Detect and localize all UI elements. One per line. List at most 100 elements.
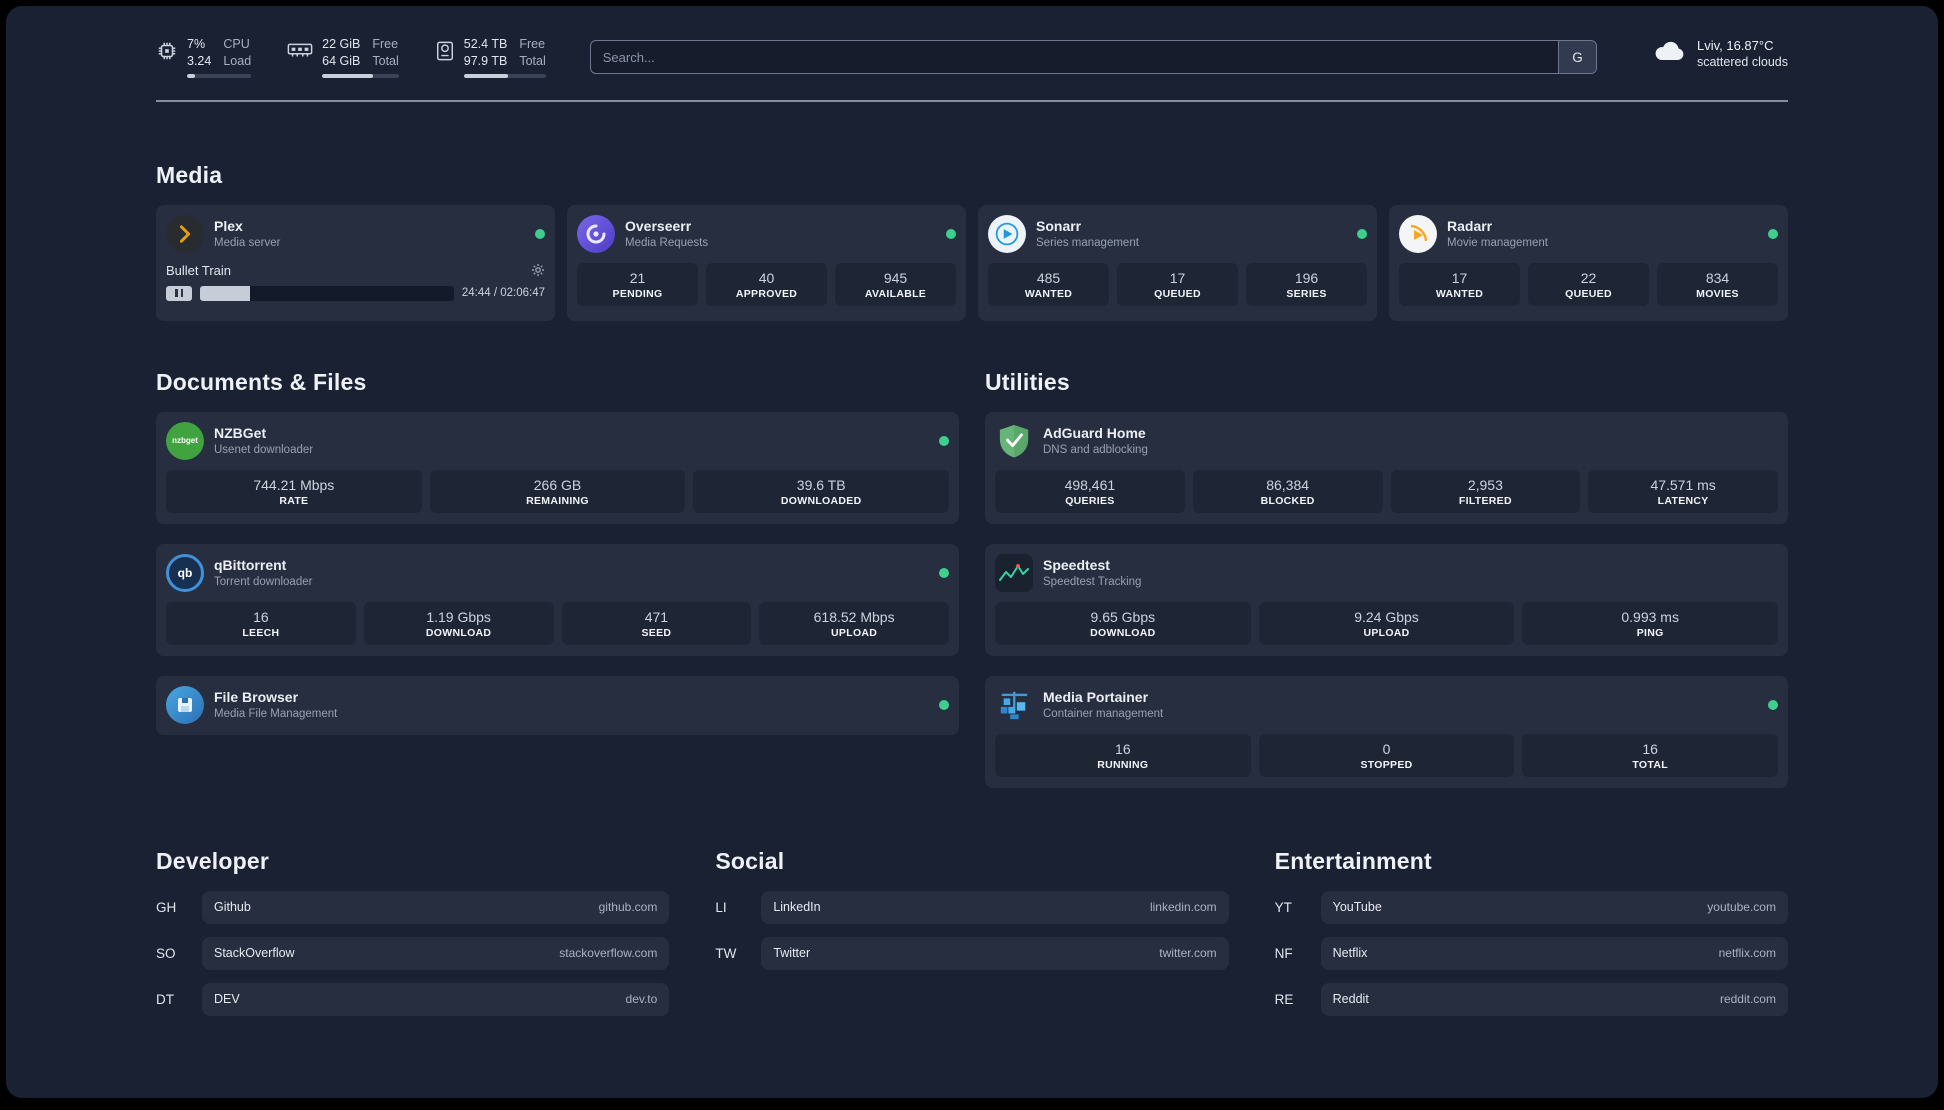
bookmark-link-youtube[interactable]: YouTube youtube.com [1320, 890, 1788, 924]
bookmark-link-linkedin[interactable]: LinkedIn linkedin.com [761, 890, 1229, 924]
service-link-speedtest[interactable]: Speedtest Speedtest Tracking [995, 553, 1778, 592]
disk-progress-bar [463, 73, 546, 78]
playback-progress-bar[interactable] [200, 285, 454, 301]
service-link-nzbget[interactable]: nzbget NZBGet Usenet downloader [166, 421, 949, 460]
cpu-widget: 7% CPU 3.24 Load [156, 36, 252, 78]
stat-label: UPLOAD [1363, 626, 1410, 639]
memory-free-label: Free [372, 37, 399, 51]
bookmark-url: github.com [598, 900, 658, 914]
service-link-sonarr[interactable]: Sonarr Series management [988, 214, 1367, 253]
section-title-documents: Documents & Files [156, 368, 367, 395]
stat-label: MOVIES [1696, 287, 1739, 300]
service-card-speedtest: Speedtest Speedtest Tracking 9.65 Gbps D… [985, 543, 1788, 656]
service-subtitle: Speedtest Tracking [1043, 575, 1142, 588]
speedtest-icon [995, 553, 1033, 592]
stat-label: WANTED [1435, 287, 1484, 300]
sonarr-icon [988, 214, 1026, 253]
now-playing-title: Bullet Train [166, 262, 232, 278]
bookmark-link-reddit[interactable]: Reddit reddit.com [1320, 982, 1788, 1016]
bookmark-link-dev[interactable]: DEV dev.to [202, 982, 670, 1016]
qbittorrent-icon: qb [166, 553, 204, 592]
stat-box: 0.993 ms PING [1522, 601, 1779, 645]
stat-box: 16 RUNNING [995, 733, 1251, 777]
qbittorrent-icon-text: qb [177, 565, 193, 580]
disk-free-value: 52.4 TB [463, 37, 508, 51]
bookmark-link-github[interactable]: Github github.com [202, 890, 670, 924]
bookmark-name: YouTube [1332, 900, 1382, 914]
stat-value: 16 [253, 608, 269, 625]
search-provider-button[interactable]: G [1557, 41, 1596, 73]
bookmark-row: NF Netflix netflix.com [1275, 936, 1788, 970]
stat-box: 40 APPROVED [706, 262, 827, 306]
weather-condition: scattered clouds [1696, 55, 1788, 69]
stat-box: 0 STOPPED [1258, 733, 1515, 777]
disk-widget: 52.4 TB Free 97.9 TB Total [435, 36, 546, 78]
bookmark-name: DEV [214, 992, 240, 1006]
bookmark-row: LI LinkedIn linkedin.com [715, 890, 1229, 924]
service-link-plex[interactable]: Plex Media server [166, 214, 545, 253]
service-card-radarr: Radarr Movie management 17 WANTED 22 QUE… [1389, 204, 1788, 321]
status-indicator [1357, 228, 1367, 239]
status-indicator [939, 435, 949, 446]
service-name: File Browser [214, 689, 299, 706]
service-subtitle: Media File Management [214, 707, 338, 720]
service-link-radarr[interactable]: Radarr Movie management [1399, 214, 1778, 253]
bookmark-url: dev.to [625, 992, 658, 1006]
service-link-qbittorrent[interactable]: qb qBittorrent Torrent downloader [166, 553, 949, 592]
gear-icon[interactable] [531, 263, 545, 277]
service-link-adguard[interactable]: AdGuard Home DNS and adblocking [995, 422, 1778, 460]
stat-label: LATENCY [1657, 494, 1709, 507]
stat-box: 21 PENDING [577, 262, 698, 306]
service-link-overseerr[interactable]: Overseerr Media Requests [577, 214, 956, 253]
service-link-filebrowser[interactable]: File Browser Media File Management [166, 685, 949, 724]
stat-label: QUEUED [1565, 287, 1612, 300]
bookmark-link-twitter[interactable]: Twitter twitter.com [761, 936, 1229, 970]
disk-icon [435, 40, 455, 78]
stat-label: SERIES [1286, 287, 1327, 300]
search-input[interactable] [590, 41, 1558, 73]
bookmark-abbr: TW [715, 945, 737, 961]
stat-value: 2,953 [1467, 476, 1503, 493]
bookmark-link-netflix[interactable]: Netflix netflix.com [1320, 936, 1788, 970]
stat-value: 17 [1169, 269, 1186, 286]
utilities-column: AdGuard Home DNS and adblocking 498,461 … [985, 411, 1788, 788]
stat-value: 1.19 Gbps [426, 608, 491, 625]
bookmark-url: reddit.com [1719, 992, 1776, 1006]
dashboard: 7% CPU 3.24 Load 22 GiB Free 64 GiB Tota… [6, 6, 1938, 1098]
bookmark-link-stackoverflow[interactable]: StackOverflow stackoverflow.com [202, 936, 670, 970]
stat-box: 744.21 Mbps RATE [166, 469, 422, 513]
bookmark-row: YT YouTube youtube.com [1275, 890, 1788, 924]
stat-value: 86,384 [1266, 476, 1310, 493]
portainer-icon [995, 686, 1033, 724]
bookmark-group-social: Social LI LinkedIn linkedin.com TW Twitt… [715, 848, 1229, 1016]
stat-box: 16 TOTAL [1522, 733, 1779, 777]
cpu-label: CPU [223, 37, 250, 51]
weather-location: Lviv, 16.87°C [1696, 38, 1774, 53]
plex-icon [166, 214, 204, 253]
stat-box: 1.19 Gbps DOWNLOAD [363, 601, 554, 645]
stat-value: 16 [1642, 740, 1658, 757]
stat-value: 834 [1705, 269, 1730, 286]
section-title-utilities: Utilities [985, 368, 1070, 395]
stat-label: LEECH [242, 626, 280, 639]
stat-box: 471 SEED [561, 601, 752, 645]
service-link-portainer[interactable]: Media Portainer Container management [995, 686, 1778, 724]
stat-box: 945 AVAILABLE [835, 262, 956, 306]
cpu-load-value: 3.24 [187, 54, 212, 69]
bookmark-url: linkedin.com [1149, 900, 1217, 914]
top-bar: 7% CPU 3.24 Load 22 GiB Free 64 GiB Tota… [6, 6, 1938, 78]
service-subtitle: Container management [1043, 707, 1164, 720]
pause-button[interactable] [166, 285, 192, 301]
stat-value: 266 GB [533, 476, 582, 493]
service-subtitle: Series management [1036, 236, 1139, 249]
stat-label: RUNNING [1097, 758, 1149, 771]
service-card-sonarr: Sonarr Series management 485 WANTED 17 Q… [978, 204, 1377, 321]
nzbget-icon-text: nzbget [172, 436, 198, 445]
service-name: AdGuard Home [1043, 425, 1146, 442]
media-card-row: Plex Media server Bullet Train 24:44 / 0… [156, 204, 1788, 321]
stat-label: DOWNLOADED [780, 494, 862, 507]
stat-label: WANTED [1024, 287, 1073, 300]
service-name: Overseerr [625, 218, 692, 235]
bookmark-row: GH Github github.com [156, 890, 670, 924]
search-bar: G [589, 40, 1597, 74]
